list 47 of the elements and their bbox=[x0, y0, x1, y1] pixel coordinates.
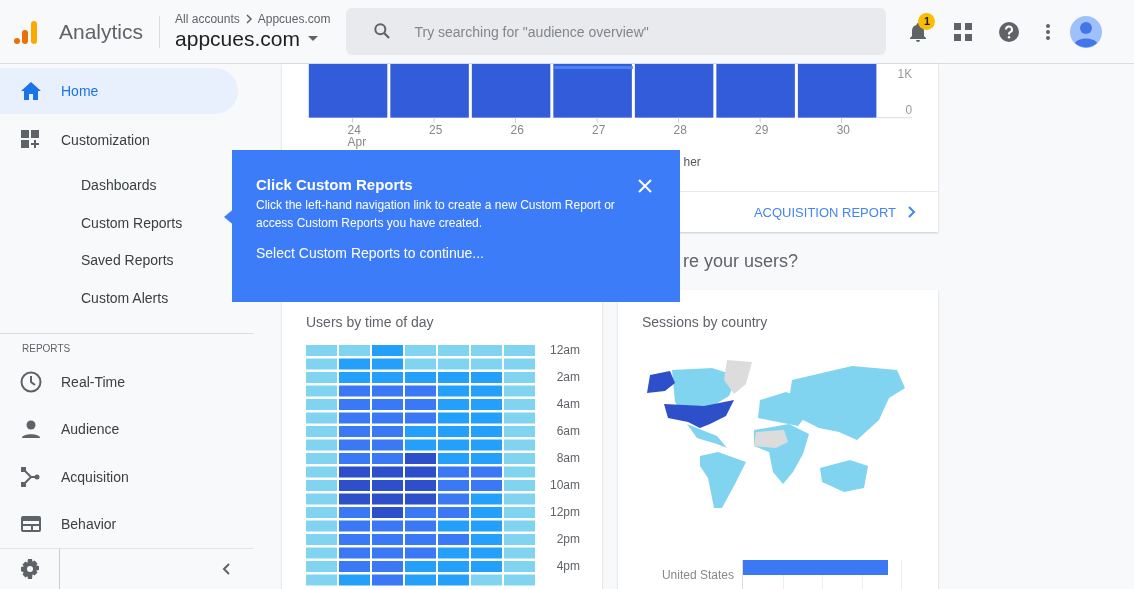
hour-label: 10am bbox=[549, 478, 580, 492]
tooltip-text: Click the left-hand navigation link to create a new Custom Report or access Custom Reports you have created. bbox=[256, 197, 616, 232]
nav-item[interactable]: Home bbox=[0, 68, 238, 114]
caret-icon bbox=[307, 36, 318, 42]
close-icon[interactable] bbox=[638, 179, 652, 193]
breadcrumb-link[interactable]: All accounts bbox=[175, 12, 240, 26]
property-selector[interactable]: appcues.com bbox=[175, 27, 331, 51]
nav-item[interactable]: Acquisition bbox=[0, 452, 238, 501]
search-icon bbox=[372, 21, 393, 41]
home-icon bbox=[20, 81, 42, 100]
settings-icon[interactable] bbox=[20, 559, 40, 579]
collapse-chevron-icon[interactable] bbox=[222, 563, 230, 575]
country-label: United States bbox=[660, 568, 734, 582]
tooltip-instruction: Select Custom Reports to continue... bbox=[256, 245, 485, 261]
card-title: Users by time of day bbox=[306, 314, 435, 330]
section-title: REPORTS bbox=[21, 341, 72, 356]
nav-item[interactable]: Audience bbox=[0, 405, 238, 453]
app-name: Analytics bbox=[59, 19, 144, 44]
section-heading: re your users? bbox=[683, 250, 799, 272]
card-title: Sessions by country bbox=[642, 314, 769, 330]
help-icon[interactable] bbox=[998, 20, 1021, 43]
chevron-right-icon[interactable] bbox=[908, 206, 916, 219]
tooltip-title: Click Custom Reports bbox=[256, 176, 413, 193]
search-field[interactable]: Try searching for "audience overview" bbox=[346, 8, 887, 55]
clock-icon bbox=[20, 370, 42, 393]
nav-item[interactable]: Behavior bbox=[0, 500, 238, 548]
notification-badge: 1 bbox=[918, 12, 936, 30]
avatar-icon[interactable] bbox=[1070, 15, 1103, 48]
person-icon bbox=[20, 420, 42, 439]
apps-grid-icon[interactable] bbox=[954, 22, 973, 41]
hour-label: 8am bbox=[556, 451, 580, 465]
nav-item[interactable]: Real-Time bbox=[0, 357, 238, 406]
dashboard-add-icon bbox=[20, 130, 42, 151]
breadcrumb-link[interactable]: Appcues.com bbox=[257, 12, 331, 26]
acquisition-report-link[interactable]: ACQUISITION REPORT bbox=[753, 204, 896, 220]
hour-label: 4am bbox=[556, 397, 580, 411]
window-layout-icon bbox=[20, 516, 42, 533]
branch-icon bbox=[20, 466, 42, 487]
nav-item[interactable]: Customization bbox=[0, 117, 238, 164]
hour-label: 2pm bbox=[556, 532, 580, 546]
more-vertical-icon[interactable] bbox=[1046, 23, 1051, 40]
hour-label: 12am bbox=[549, 343, 580, 357]
hour-label: 2am bbox=[556, 370, 580, 384]
hour-label: 6am bbox=[556, 424, 580, 438]
hour-label: 12pm bbox=[549, 505, 580, 519]
chevron-right-icon bbox=[244, 14, 253, 24]
hour-label: 4pm bbox=[556, 559, 580, 573]
